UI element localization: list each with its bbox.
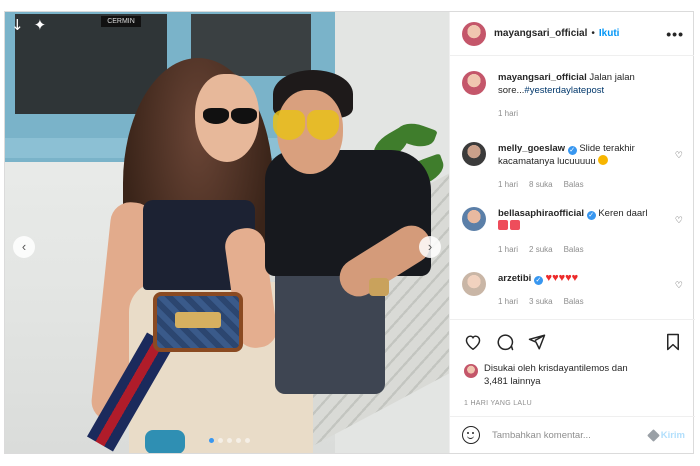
- post-header: mayangsari_official • Ikuti •••: [450, 12, 694, 56]
- more-options-icon[interactable]: •••: [666, 26, 684, 42]
- like-comment-heart-icon[interactable]: ♡: [675, 150, 683, 161]
- avatar[interactable]: [462, 21, 486, 46]
- yellow-sunglasses: [273, 110, 341, 144]
- comment-icon[interactable]: [496, 333, 514, 351]
- reply-button[interactable]: Balas: [564, 295, 584, 308]
- verified-badge-icon: ✓: [533, 276, 543, 285]
- carousel-dot: [245, 438, 250, 443]
- post-comment-button[interactable]: Kirim: [646, 428, 685, 442]
- verified-badge-icon: ✓: [586, 211, 596, 220]
- like-comment-heart-icon[interactable]: ♡: [675, 215, 683, 226]
- reply-button[interactable]: Balas: [564, 243, 584, 256]
- bookmark-icon[interactable]: [665, 333, 681, 351]
- carousel-dot: [218, 438, 223, 443]
- follow-button[interactable]: Ikuti: [599, 28, 620, 39]
- post-side-panel: mayangsari_official • Ikuti ••• mayangsa…: [449, 12, 695, 453]
- comment-likes[interactable]: 3 suka: [529, 295, 553, 308]
- emoji-icon[interactable]: [462, 426, 480, 444]
- avatar[interactable]: [464, 364, 478, 378]
- carousel-dot: [227, 438, 232, 443]
- comment-time: 1 hari: [498, 180, 519, 189]
- comment-username[interactable]: bellasaphiraofficial: [498, 208, 584, 219]
- store-sign: CERMIN: [101, 16, 141, 27]
- photo-top-icons: ↓ ✦: [11, 16, 46, 34]
- share-icon[interactable]: [528, 333, 546, 351]
- caption-hashtag[interactable]: #yesterdaylatepost: [524, 85, 604, 96]
- carousel-dot: [209, 438, 214, 443]
- list-item: arzetibi ✓ ♥♥♥♥♥ 1 hari 3 suka Balas ♡: [462, 272, 685, 308]
- likes-and: dan: [611, 363, 628, 374]
- header-username[interactable]: mayangsari_official: [494, 28, 587, 39]
- heart-box-emoji-icon: [498, 220, 508, 230]
- list-item: bellasaphiraofficial ✓ Keren daarl 1 har…: [462, 207, 685, 256]
- likes-summary: Disukai oleh krisdayantilemos dan 3,481 …: [464, 362, 681, 388]
- caption-username[interactable]: mayangsari_official: [498, 72, 587, 83]
- likes-by[interactable]: krisdayantilemos: [538, 363, 609, 374]
- sparkle-icon[interactable]: ✦: [34, 16, 47, 34]
- comment-likes[interactable]: 8 suka: [529, 178, 553, 191]
- prev-slide-button[interactable]: ‹: [13, 236, 35, 258]
- carousel-dots: [209, 438, 250, 443]
- comment-input[interactable]: [492, 429, 649, 441]
- comment-text: Keren daarl: [598, 208, 648, 219]
- comment-time: 1 hari: [498, 297, 519, 306]
- likes-prefix: Disukai oleh: [484, 363, 536, 374]
- download-arrow-icon[interactable]: ↓: [11, 16, 24, 34]
- like-comment-heart-icon[interactable]: ♡: [675, 280, 683, 291]
- avatar[interactable]: [462, 207, 486, 231]
- heart-eyes-emoji-icon: [598, 155, 609, 165]
- wristwatch: [369, 278, 389, 296]
- likes-count[interactable]: 3,481 lainnya: [484, 376, 541, 387]
- reply-button[interactable]: Balas: [564, 178, 584, 191]
- header-separator: •: [591, 28, 595, 39]
- heart-icon[interactable]: [464, 334, 482, 350]
- comment-text: ♥♥♥♥♥: [545, 272, 579, 284]
- avatar[interactable]: [462, 142, 486, 166]
- caption: mayangsari_official Jalan jalan sore...#…: [462, 71, 685, 120]
- post-actions: Disukai oleh krisdayantilemos dan 3,481 …: [450, 319, 695, 407]
- avatar[interactable]: [462, 272, 486, 296]
- post-photo[interactable]: CERMIN ↓ ✦ ‹ ›: [5, 12, 449, 453]
- heart-box-emoji-icon: [510, 220, 520, 230]
- comment-likes[interactable]: 2 suka: [529, 243, 553, 256]
- comments-list: mayangsari_official Jalan jalan sore...#…: [450, 57, 695, 319]
- avatar[interactable]: [462, 71, 486, 95]
- comment-username[interactable]: melly_goeslaw: [498, 143, 565, 154]
- comment-time: 1 hari: [498, 245, 519, 254]
- comment-username[interactable]: arzetibi: [498, 273, 531, 284]
- next-slide-button[interactable]: ›: [419, 236, 441, 258]
- post-comment-label: Kirim: [660, 429, 685, 441]
- caption-time: 1 hari: [498, 109, 519, 118]
- add-comment-bar: Kirim: [450, 416, 695, 453]
- diamond-icon: [646, 428, 660, 442]
- list-item: melly_goeslaw ✓ Slide terakhir kacamatan…: [462, 142, 685, 191]
- post-frame: CERMIN ↓ ✦ ‹ › mayangsari_official • Iku…: [4, 11, 695, 454]
- verified-badge-icon: ✓: [567, 146, 577, 155]
- carousel-dot: [236, 438, 241, 443]
- post-date[interactable]: 1 HARI YANG LALU: [464, 400, 681, 407]
- sunglasses: [201, 108, 259, 126]
